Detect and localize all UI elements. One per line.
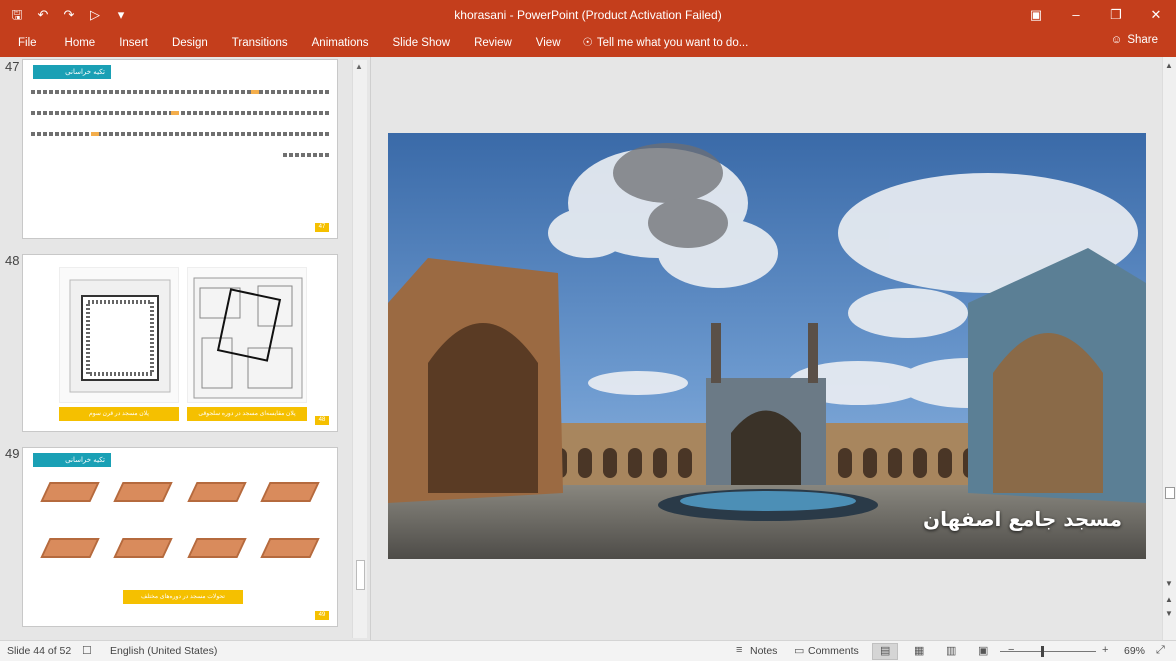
tab-review[interactable]: Review bbox=[462, 30, 524, 57]
mosque-sketch bbox=[110, 478, 176, 506]
slide-counter: Slide 44 of 52 bbox=[7, 645, 72, 657]
reading-view-icon[interactable]: ▥ bbox=[946, 644, 956, 657]
zoom-in-icon[interactable]: + bbox=[1102, 644, 1108, 656]
slide-number-badge: 48 bbox=[315, 416, 329, 425]
title-bar: 🖫 ↶ ↷ ▷ ▾ khorasani - PowerPoint (Produc… bbox=[0, 0, 1176, 30]
slide-caption[interactable]: مسجد جامع اصفهان bbox=[923, 507, 1122, 531]
fit-to-window-icon[interactable]: ⤢ bbox=[1156, 644, 1165, 657]
tab-animations[interactable]: Animations bbox=[300, 30, 381, 57]
tab-file[interactable]: File bbox=[0, 30, 53, 57]
scrollbar-handle[interactable] bbox=[356, 560, 365, 590]
slide-thumbnail-47[interactable]: تکیه خراسانی 47 bbox=[22, 59, 338, 239]
tab-slide-show[interactable]: Slide Show bbox=[381, 30, 463, 57]
slideshow-view-icon[interactable]: ▣ bbox=[978, 644, 988, 657]
scroll-up-icon[interactable]: ▲ bbox=[355, 62, 363, 71]
plan-caption: پلان مسجد در قرن سوم bbox=[59, 407, 179, 421]
tab-insert[interactable]: Insert bbox=[107, 30, 160, 57]
text-line bbox=[283, 153, 329, 157]
text-line bbox=[31, 90, 329, 94]
zoom-slider[interactable] bbox=[1000, 651, 1096, 652]
zoom-level[interactable]: 69% bbox=[1124, 645, 1145, 657]
comments-icon[interactable]: ▭ bbox=[794, 644, 804, 657]
mosque-sketch bbox=[184, 534, 250, 562]
comments-button[interactable]: Comments bbox=[808, 645, 859, 657]
status-bar: Slide 44 of 52 ☐ English (United States)… bbox=[0, 640, 1176, 661]
ribbon-tabs: File Home Insert Design Transitions Anim… bbox=[0, 30, 1176, 57]
floor-plan-image bbox=[187, 267, 307, 403]
thumbnail-number: 49 bbox=[5, 446, 20, 461]
thumbnail-number: 48 bbox=[5, 253, 20, 268]
tab-home[interactable]: Home bbox=[53, 30, 108, 57]
language-indicator[interactable]: English (United States) bbox=[110, 645, 217, 657]
spelling-check-icon[interactable]: ☐ bbox=[82, 644, 92, 657]
person-icon: ☺ bbox=[1110, 34, 1123, 46]
thumbnail-header: تکیه خراسانی bbox=[33, 65, 111, 79]
slide-number-badge: 49 bbox=[315, 611, 329, 620]
notes-button[interactable]: Notes bbox=[750, 645, 777, 657]
share-button[interactable]: ☺ Share bbox=[1111, 34, 1158, 46]
normal-view-icon[interactable]: ▤ bbox=[880, 644, 890, 657]
previous-slide-icon[interactable]: ▲ bbox=[1165, 595, 1173, 604]
sketch-row bbox=[37, 534, 323, 562]
slide-sorter-icon[interactable]: ▦ bbox=[914, 644, 924, 657]
scroll-down-icon[interactable]: ▼ bbox=[1165, 579, 1173, 588]
thumbnail-number: 47 bbox=[5, 59, 20, 74]
mosque-sketch bbox=[184, 478, 250, 506]
tab-view[interactable]: View bbox=[524, 30, 573, 57]
plan-caption: پلان مقایسه‌ای مسجد در دوره سلجوقی bbox=[187, 407, 307, 421]
text-line bbox=[31, 111, 329, 115]
zoom-out-icon[interactable]: − bbox=[1008, 644, 1014, 656]
slide-thumbnail-48[interactable]: پلان مسجد در قرن سوم پلان مقایسه‌ای مسجد… bbox=[22, 254, 338, 432]
sketch-row bbox=[37, 478, 323, 506]
scrollbar-handle[interactable] bbox=[1165, 487, 1175, 499]
floor-plan-image bbox=[59, 267, 179, 403]
slide-thumbnail-49[interactable]: تکیه خراسانی تحولات مسجد در دوره‌های مخت… bbox=[22, 447, 338, 627]
slide-number-badge: 47 bbox=[315, 223, 329, 232]
mosque-sketch bbox=[257, 534, 323, 562]
current-slide[interactable]: مسجد جامع اصفهان bbox=[388, 133, 1146, 559]
lightbulb-icon: ☉ bbox=[582, 37, 593, 49]
window-controls: ▣ – ❐ ✕ bbox=[1016, 0, 1176, 30]
restore-button[interactable]: ❐ bbox=[1096, 0, 1136, 30]
mosque-sketch bbox=[110, 534, 176, 562]
tab-transitions[interactable]: Transitions bbox=[220, 30, 300, 57]
thumbnail-header: تکیه خراسانی bbox=[33, 453, 111, 467]
ribbon-display-options-icon[interactable]: ▣ bbox=[1016, 0, 1056, 30]
mosque-sketch bbox=[37, 534, 103, 562]
scroll-up-icon[interactable]: ▲ bbox=[1165, 61, 1173, 70]
text-line bbox=[31, 132, 329, 136]
zoom-slider-knob[interactable] bbox=[1041, 646, 1044, 657]
slide-thumbnail-pane: 47 تکیه خراسانی 47 48 پلان مسجد در قرن س… bbox=[0, 57, 368, 640]
tell-me-label: Tell me what you want to do... bbox=[596, 37, 749, 49]
tab-design[interactable]: Design bbox=[160, 30, 220, 57]
next-slide-icon[interactable]: ▼ bbox=[1165, 609, 1173, 618]
mosque-photo bbox=[388, 133, 1146, 559]
minimize-button[interactable]: – bbox=[1056, 0, 1096, 30]
editor-scrollbar[interactable]: ▲ ▼ ▲ ▼ bbox=[1162, 57, 1176, 640]
bottom-caption-bar: تحولات مسجد در دوره‌های مختلف bbox=[123, 590, 243, 604]
share-label: Share bbox=[1127, 34, 1158, 46]
mosque-sketch bbox=[257, 478, 323, 506]
window-title: khorasani - PowerPoint (Product Activati… bbox=[454, 8, 722, 22]
tell-me-box[interactable]: ☉ Tell me what you want to do... bbox=[573, 30, 761, 57]
thumbnail-scrollbar[interactable]: ▲ bbox=[352, 60, 367, 638]
close-button[interactable]: ✕ bbox=[1136, 0, 1176, 30]
mosque-sketch bbox=[37, 478, 103, 506]
notes-icon[interactable]: ≡ bbox=[736, 644, 742, 656]
